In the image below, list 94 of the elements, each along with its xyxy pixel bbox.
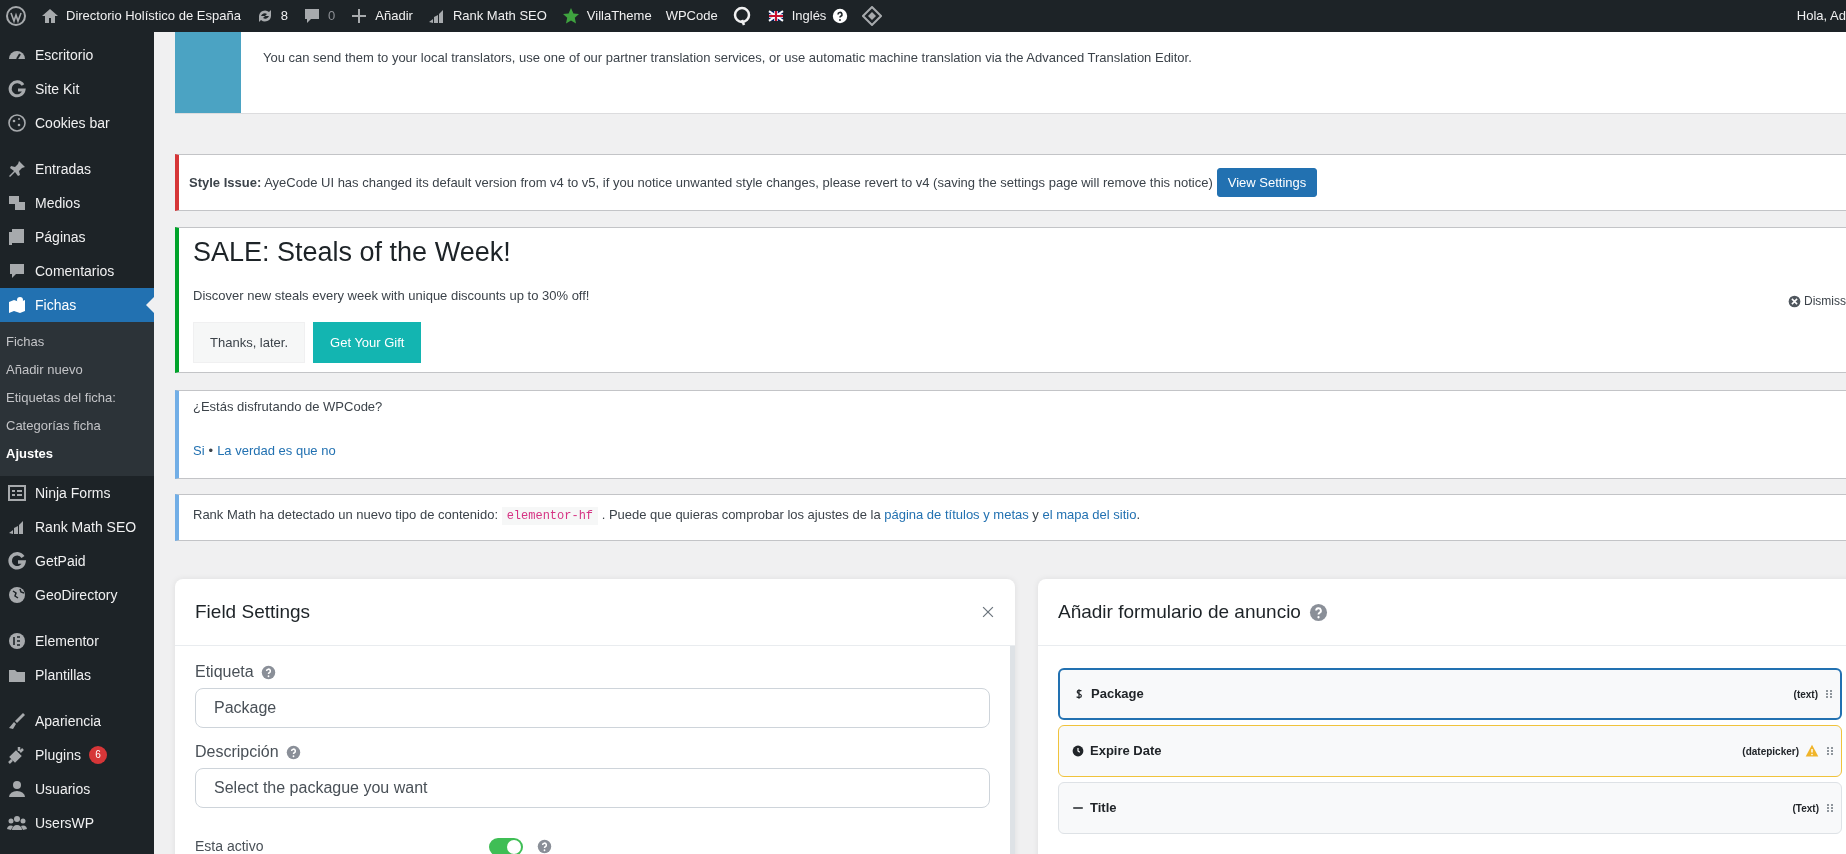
sidebar-item[interactable]: Apariencia xyxy=(0,704,154,738)
submenu-item[interactable]: Etiquetas del ficha: xyxy=(0,384,154,412)
panel-title: Añadir formulario de anuncio xyxy=(1058,599,1301,624)
text-field[interactable]: Package xyxy=(195,688,990,728)
pin-icon xyxy=(7,159,27,179)
greeting-text[interactable]: Hola, Ad xyxy=(1796,6,1846,26)
notice-link[interactable]: página de títulos y metas xyxy=(884,507,1029,522)
form-icon xyxy=(7,483,27,503)
admin-bar-link[interactable]: 8 xyxy=(280,6,289,26)
field-label: Esta activo xyxy=(195,837,265,854)
help-icon xyxy=(285,744,301,760)
user-icon xyxy=(7,779,27,799)
notice-text: Rank Math ha detectado un nuevo tipo de contenido: elementor-hf . Puede que quieras comprobar los ajustes de la página de títulos y metas y el mapa del sitio. xyxy=(193,507,1141,522)
notice-text: You can send them to your local translators, use one of our partner translation services, or use automatic machine translation via the Advanced Translation Editor. xyxy=(262,49,1193,67)
form-field-row[interactable]: Title (Text) xyxy=(1058,782,1842,834)
admin-bar-link[interactable]: Directorio Holístico de España xyxy=(66,6,241,26)
pages-icon xyxy=(7,227,27,247)
later-button[interactable]: Thanks, later. xyxy=(193,321,306,364)
sidebar-item[interactable]: Elementor xyxy=(0,624,154,658)
text-field[interactable]: Select the packague you want xyxy=(195,768,990,808)
field-name: Title xyxy=(1090,799,1117,818)
diamond-icon[interactable] xyxy=(862,6,883,26)
submenu-item[interactable]: Fichas xyxy=(0,328,154,356)
sidebar-item[interactable]: Escritorio xyxy=(0,38,154,72)
field-type: (text) xyxy=(1793,687,1818,702)
sidebar-item[interactable]: Plugins 6 xyxy=(0,738,154,772)
help-icon xyxy=(260,664,276,680)
submenu-item[interactable]: Ajustes xyxy=(0,440,154,468)
sidebar-item[interactable]: Usuarios xyxy=(0,772,154,806)
view-settings-button[interactable]: View Settings xyxy=(1216,167,1318,198)
sidebar-item[interactable]: GeoDirectory xyxy=(0,578,154,612)
map-icon xyxy=(7,295,27,315)
toggle-switch[interactable] xyxy=(489,837,523,854)
elementor-icon xyxy=(7,631,27,651)
sidebar-item[interactable]: Medios xyxy=(0,186,154,220)
field-label: Descripción xyxy=(195,742,279,762)
admin-bar-link[interactable]: Añadir xyxy=(375,6,413,26)
brush-icon xyxy=(7,711,27,731)
panel-title: Field Settings xyxy=(195,599,311,624)
field-type: (datepicker) xyxy=(1742,744,1799,759)
help-icon xyxy=(1308,602,1328,622)
sidebar-item[interactable]: Fichas xyxy=(0,288,154,322)
count-badge: 6 xyxy=(88,746,107,764)
g-logo-icon xyxy=(7,551,27,571)
field-name: Package xyxy=(1091,685,1144,704)
speech-bubble-icon xyxy=(7,261,27,281)
drag-handle-icon[interactable] xyxy=(1825,801,1835,815)
code-snippet: elementor-hf xyxy=(501,507,599,525)
submenu-item[interactable]: Categorías ficha xyxy=(0,412,154,440)
home-icon[interactable] xyxy=(40,6,60,26)
sidebar-item[interactable]: Comentarios xyxy=(0,254,154,288)
field-name: Expire Date xyxy=(1090,742,1162,761)
feedback-link[interactable]: Si xyxy=(193,442,205,458)
clock-icon xyxy=(1072,745,1084,757)
sidebar-item[interactable]: UsersWP xyxy=(0,806,154,840)
close-icon[interactable] xyxy=(1788,294,1801,308)
sale-title: SALE: Steals of the Week! xyxy=(193,236,512,269)
notice-text: Discover new steals every week with unique discounts up to 30% off! xyxy=(193,287,590,306)
cookie-icon xyxy=(7,113,27,133)
admin-bar-link[interactable]: 0 xyxy=(328,6,336,26)
submenu-item[interactable]: Añadir nuevo xyxy=(0,356,154,384)
media-icon xyxy=(7,193,27,213)
g-logo-icon xyxy=(7,79,27,99)
separator-text: • xyxy=(208,442,214,458)
feedback-link[interactable]: La verdad es que no xyxy=(217,442,336,458)
sidebar-item[interactable]: Plantillas xyxy=(0,658,154,692)
users-icon xyxy=(7,813,27,833)
admin-bar-link[interactable]: VillaTheme xyxy=(586,6,652,26)
sidebar-item[interactable]: Entradas xyxy=(0,152,154,186)
sidebar-item[interactable]: GetPaid xyxy=(0,544,154,578)
wordpress-logo-icon[interactable] xyxy=(6,6,26,26)
sidebar-item[interactable]: Cookies bar xyxy=(0,106,154,140)
dismiss-link[interactable]: Dismiss xyxy=(1804,292,1846,310)
field-label: Etiqueta xyxy=(195,662,254,682)
form-field-row[interactable]: Package (text) xyxy=(1058,668,1842,720)
sidebar-item[interactable]: Ninja Forms xyxy=(0,476,154,510)
globe-icon xyxy=(7,585,27,605)
form-field-row[interactable]: Expire Date (datepicker) xyxy=(1058,725,1842,777)
field-type: (Text) xyxy=(1792,801,1819,816)
close-icon[interactable] xyxy=(981,605,995,619)
admin-bar-link[interactable]: WPCode xyxy=(665,6,718,26)
q-logo-icon[interactable] xyxy=(731,6,752,26)
plug-icon xyxy=(7,745,27,765)
notice-text: ¿Estás disfrutando de WPCode? xyxy=(193,398,384,416)
warning-icon xyxy=(1805,744,1819,758)
drag-handle-icon[interactable] xyxy=(1825,744,1835,758)
sidebar-item[interactable]: Rank Math SEO xyxy=(0,510,154,544)
drag-handle-icon[interactable] xyxy=(1824,687,1834,701)
sidebar-item[interactable]: Páginas xyxy=(0,220,154,254)
notice-text: Style Issue: AyeCode UI has changed its default version from v4 to v5, if you notice unwanted style changes, please revert to v4 (saving the settings page will remove this notice) xyxy=(189,173,1213,192)
admin-bar-link[interactable]: Inglés xyxy=(791,6,827,26)
admin-bar-link[interactable]: Rank Math SEO xyxy=(452,6,547,26)
sidebar-item[interactable]: Site Kit xyxy=(0,72,154,106)
help-icon xyxy=(832,8,849,24)
